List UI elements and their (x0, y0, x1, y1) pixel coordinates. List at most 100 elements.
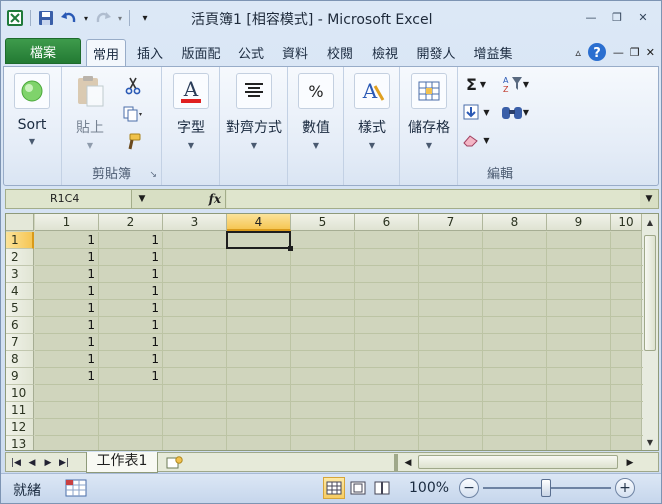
cell[interactable]: 1 (35, 317, 99, 334)
cell[interactable]: 1 (35, 351, 99, 368)
row-header[interactable]: 10 (6, 385, 34, 402)
workbook-restore-icon[interactable]: ❐ (630, 46, 640, 59)
zoom-slider-thumb[interactable] (541, 479, 551, 497)
format-painter-icon[interactable] (120, 131, 146, 153)
fill-icon[interactable]: ▼ (460, 101, 492, 123)
row-header[interactable]: 5 (6, 300, 34, 317)
name-box-dropdown-icon[interactable]: ▼ (133, 190, 151, 208)
row-header[interactable]: 4 (6, 283, 34, 300)
next-sheet-icon[interactable]: ▶ (40, 454, 56, 471)
undo-dropdown-icon[interactable]: ▾ (82, 8, 90, 28)
autosum-icon[interactable]: Σ ▼ (460, 73, 492, 95)
worksheet-grid[interactable]: ▲ ▼ 1 2 3 4 5 6 7 8 9 10 1 2 3 4 5 6 7 8 9 10 11 12 13 1 1 1 1 1 1 1 1… (5, 213, 659, 451)
tab-insert[interactable]: 插入 (130, 40, 170, 65)
cell[interactable]: 1 (99, 283, 163, 300)
expand-formula-bar-icon[interactable]: ▼ (640, 190, 658, 208)
select-all-corner[interactable] (6, 214, 34, 231)
font-button[interactable]: A 字型 ▼ (167, 73, 215, 150)
find-select-icon[interactable]: ▼ (498, 101, 532, 123)
column-header[interactable]: 2 (99, 214, 163, 231)
cell[interactable]: 1 (99, 368, 163, 385)
clipboard-launcher-icon[interactable]: ↘ (149, 170, 157, 180)
name-box[interactable]: R1C4 (6, 190, 132, 208)
cell[interactable]: 1 (35, 249, 99, 266)
cell[interactable]: 1 (35, 334, 99, 351)
column-header[interactable]: 9 (547, 214, 611, 231)
column-header[interactable]: 4 (227, 214, 291, 231)
horizontal-scrollbar[interactable]: ◀ ▶ (400, 454, 640, 471)
tab-page-layout[interactable]: 版面配 (174, 40, 228, 65)
row-header[interactable]: 9 (6, 368, 34, 385)
sheet-tab[interactable]: 工作表1 (86, 452, 158, 473)
column-header[interactable]: 7 (419, 214, 483, 231)
redo-dropdown-icon[interactable]: ▾ (116, 8, 124, 28)
vertical-scroll-thumb[interactable] (644, 235, 656, 351)
cell[interactable]: 1 (99, 317, 163, 334)
scroll-right-icon[interactable]: ▶ (622, 454, 638, 471)
number-button[interactable]: % 數值 ▼ (292, 73, 340, 150)
first-sheet-icon[interactable]: |◀ (8, 454, 24, 471)
alignment-button[interactable]: 對齊方式 ▼ (226, 73, 282, 150)
styles-button[interactable]: A 樣式 ▼ (348, 73, 396, 150)
redo-icon[interactable] (93, 8, 113, 28)
save-icon[interactable] (36, 8, 56, 28)
collapse-ribbon-icon[interactable]: ▵ (575, 46, 581, 59)
tab-data[interactable]: 資料 (274, 40, 316, 65)
row-header[interactable]: 1 (6, 232, 34, 249)
normal-view-icon[interactable] (323, 477, 345, 499)
cell[interactable]: 1 (35, 283, 99, 300)
cell[interactable]: 1 (35, 232, 99, 249)
minimize-button[interactable]: — (579, 7, 603, 27)
close-button[interactable]: ✕ (631, 7, 655, 27)
tab-addins[interactable]: 增益集 (466, 40, 520, 65)
row-header[interactable]: 6 (6, 317, 34, 334)
copy-icon[interactable] (120, 103, 146, 125)
insert-sheet-icon[interactable] (162, 454, 188, 471)
clear-icon[interactable]: ▼ (460, 129, 492, 151)
cell[interactable]: 1 (99, 300, 163, 317)
cell[interactable]: 1 (35, 368, 99, 385)
insert-function-button[interactable]: fx (154, 190, 226, 208)
row-header[interactable]: 7 (6, 334, 34, 351)
paste-button[interactable]: 貼上 ▼ (66, 73, 114, 150)
last-sheet-icon[interactable]: ▶| (56, 454, 72, 471)
customize-qat-icon[interactable]: ▾ (135, 8, 155, 28)
column-header[interactable]: 5 (291, 214, 355, 231)
tab-formulas[interactable]: 公式 (232, 40, 270, 65)
workbook-close-icon[interactable]: ✕ (646, 46, 655, 59)
horizontal-scroll-thumb[interactable] (418, 455, 618, 469)
cell[interactable]: 1 (99, 232, 163, 249)
cell[interactable]: 1 (99, 351, 163, 368)
column-header[interactable]: 3 (163, 214, 227, 231)
row-header[interactable]: 13 (6, 436, 34, 450)
cell[interactable]: 1 (99, 249, 163, 266)
tab-split-handle[interactable] (394, 454, 398, 471)
macro-record-icon[interactable] (65, 479, 87, 497)
cell[interactable]: 1 (35, 266, 99, 283)
page-layout-view-icon[interactable] (347, 477, 369, 499)
column-header[interactable]: 6 (355, 214, 419, 231)
page-break-view-icon[interactable] (371, 477, 393, 499)
sort-filter-icon[interactable]: AZ ▼ (498, 73, 532, 95)
zoom-in-button[interactable]: + (615, 478, 635, 498)
cell[interactable]: 1 (99, 334, 163, 351)
column-header[interactable]: 8 (483, 214, 547, 231)
vertical-scrollbar[interactable]: ▲ ▼ (641, 214, 658, 450)
excel-logo-icon[interactable] (5, 8, 25, 28)
row-header[interactable]: 3 (6, 266, 34, 283)
scroll-up-icon[interactable]: ▲ (642, 214, 658, 230)
prev-sheet-icon[interactable]: ◀ (24, 454, 40, 471)
cut-icon[interactable] (120, 75, 146, 97)
column-header[interactable]: 1 (35, 214, 99, 231)
workbook-minimize-icon[interactable]: — (613, 46, 624, 59)
undo-icon[interactable] (59, 8, 79, 28)
row-header[interactable]: 8 (6, 351, 34, 368)
tab-file[interactable]: 檔案 (5, 38, 81, 64)
help-icon[interactable]: ? (587, 42, 607, 62)
tab-review[interactable]: 校閱 (320, 40, 360, 65)
cell[interactable]: 1 (35, 300, 99, 317)
scroll-left-icon[interactable]: ◀ (400, 454, 416, 471)
zoom-level[interactable]: 100% (409, 480, 449, 496)
row-header[interactable]: 11 (6, 402, 34, 419)
sort-button[interactable]: Sort ▼ (8, 73, 56, 146)
